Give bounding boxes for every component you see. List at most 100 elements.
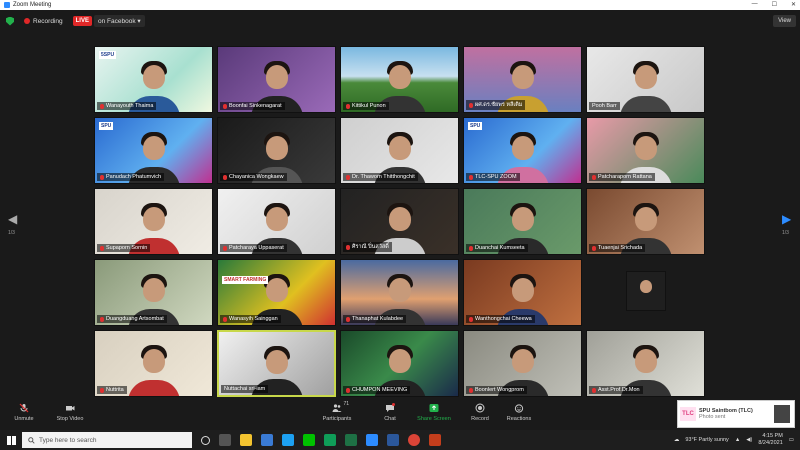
- participant-video-tile[interactable]: SMART FARMING Wanasyih Sainggan: [217, 259, 336, 326]
- participant-name-label: Boonlert Wongprom: [466, 386, 527, 394]
- clock-date: 8/24/2021: [758, 440, 783, 446]
- minimize-button[interactable]: —: [752, 1, 758, 8]
- participant-video-tile[interactable]: ผศ.ดร.ชัยพร หลีเติม: [463, 46, 582, 113]
- participant-face: [142, 136, 165, 160]
- close-button[interactable]: ✕: [791, 1, 796, 8]
- participant-video-tile[interactable]: SPU Panudach Phatumvich: [94, 117, 213, 184]
- participant-face: [388, 136, 411, 160]
- participant-video-tile[interactable]: Kittikul Punon: [340, 46, 459, 113]
- share-screen-label: Share Screen: [417, 416, 451, 422]
- muted-mic-icon: [592, 387, 596, 393]
- muted-mic-icon: [346, 103, 350, 109]
- line-app-icon[interactable]: [303, 434, 315, 446]
- file-explorer-icon[interactable]: [240, 434, 252, 446]
- previous-page-icon[interactable]: ◀: [8, 212, 17, 226]
- participant-name: Duanchai Kumseeta: [475, 245, 525, 251]
- chat-button[interactable]: Chat: [368, 403, 412, 422]
- next-page-icon[interactable]: ▶: [782, 212, 791, 226]
- page-indicator-right: 1/3: [782, 230, 789, 236]
- participant-video-tile[interactable]: Nita Srisuan: [626, 271, 666, 311]
- mail-icon[interactable]: [282, 434, 294, 446]
- chrome-icon[interactable]: [408, 434, 420, 446]
- muted-mic-icon: [469, 174, 473, 180]
- share-screen-button[interactable]: Share Screen: [412, 403, 456, 422]
- participant-video-tile[interactable]: Wanthongchai Cheewa: [463, 259, 582, 326]
- participant-video-tile[interactable]: Boonfai Sinkenagarat: [217, 46, 336, 113]
- participant-face: [142, 349, 165, 373]
- maximize-button[interactable]: ☐: [772, 1, 777, 8]
- participant-video-tile[interactable]: Supaporn Sornin: [94, 188, 213, 255]
- photo-notification[interactable]: TLC SPU Saintbom (TLC) Photo sent: [677, 400, 795, 428]
- participant-video-tile[interactable]: SPU TLC-SPU ZOOM: [463, 117, 582, 184]
- participant-video-tile[interactable]: 5SPU Wanayouth Thaima: [94, 46, 213, 113]
- store-icon[interactable]: [261, 434, 273, 446]
- word-icon[interactable]: [387, 434, 399, 446]
- participant-face: [634, 349, 657, 373]
- participant-video-tile[interactable]: Patcharaporn Rattana: [586, 117, 705, 184]
- participant-name: Patcharaporn Rattana: [598, 174, 652, 180]
- edge-browser-icon[interactable]: [324, 434, 336, 446]
- stop-video-button[interactable]: Stop Video: [48, 403, 92, 422]
- participant-face: [388, 349, 411, 373]
- participant-name-label: Supaporn Sornin: [97, 244, 151, 252]
- participant-video-tile[interactable]: Duangduang Artsombat: [94, 259, 213, 326]
- gallery-grid: 5SPU Wanayouth Thaima Boonfai Sinkenagarat…: [94, 46, 706, 397]
- participant-video-tile[interactable]: ศิราณี ปิ่นสวัสดิ์: [340, 188, 459, 255]
- weather-icon[interactable]: ☁: [674, 437, 680, 443]
- participant-name: Thanaphat Kulabdee: [352, 316, 404, 322]
- participants-button[interactable]: 71 Participants: [315, 401, 359, 422]
- record-button[interactable]: Record: [458, 403, 502, 422]
- participant-video-tile[interactable]: Nuttrita: [94, 330, 213, 397]
- participant-video-tile[interactable]: Patcharaya Uppaserat: [217, 188, 336, 255]
- unmute-button[interactable]: Unmute: [2, 403, 46, 422]
- photo-thumbnail: [774, 405, 790, 423]
- record-label: Record: [471, 416, 489, 422]
- live-stream-dropdown[interactable]: on Facebook ▾: [93, 15, 145, 27]
- zoom-taskbar-icon[interactable]: [366, 434, 378, 446]
- excel-icon[interactable]: [345, 434, 357, 446]
- participant-video-tile[interactable]: CHUMPON MEEVING: [340, 330, 459, 397]
- participant-name: Tuaenjai Srichada: [598, 245, 643, 251]
- participant-video-tile[interactable]: Pooh Barr: [586, 46, 705, 113]
- participant-name-label: Thanaphat Kulabdee: [343, 315, 407, 323]
- muted-mic-icon: [469, 387, 473, 393]
- participant-name-label: Pooh Barr: [589, 102, 620, 110]
- clock[interactable]: 4:15 PM 8/24/2021: [758, 433, 782, 447]
- cortana-icon[interactable]: [201, 435, 210, 445]
- participant-video-tile[interactable]: Dr. Thaworn Thitthongchit: [340, 117, 459, 184]
- video-camera-icon: [66, 406, 75, 411]
- unmute-label: Unmute: [14, 416, 34, 422]
- powerpoint-icon[interactable]: [429, 434, 441, 446]
- spu-logo-badge: SPU: [99, 122, 114, 130]
- notifications-icon[interactable]: ▭: [789, 437, 794, 443]
- participant-name: Patcharaya Uppaserat: [229, 245, 284, 251]
- participant-name-label: Wanasyih Sainggan: [220, 315, 281, 323]
- participant-video-tile[interactable]: Nuttachai sri-iam: [217, 330, 336, 397]
- participant-video-tile[interactable]: Thanaphat Kulabdee: [340, 259, 459, 326]
- participant-name-label: TLC-SPU ZOOM: [466, 173, 520, 181]
- encryption-shield-icon[interactable]: [6, 16, 14, 26]
- network-icon[interactable]: ▲: [735, 437, 740, 443]
- participant-video-tile[interactable]: Tuaenjai Srichada: [586, 188, 705, 255]
- muted-mic-icon: [346, 244, 350, 250]
- task-view-icon[interactable]: [219, 434, 231, 446]
- weather-text[interactable]: 93°F Partly sunny: [685, 437, 728, 443]
- participant-name: Pooh Barr: [592, 103, 617, 109]
- participant-video-tile[interactable]: Boonlert Wongprom: [463, 330, 582, 397]
- windows-start-icon[interactable]: [0, 430, 22, 450]
- participant-name-label: Nuttrita: [97, 386, 127, 394]
- muted-mic-icon: [223, 174, 227, 180]
- muted-mic-icon: [100, 316, 104, 322]
- smiley-plus-icon: [514, 404, 524, 413]
- taskbar-search[interactable]: Type here to search: [22, 432, 192, 448]
- view-button[interactable]: View: [773, 15, 796, 27]
- participant-name-label: ผศ.ดร.ชัยพร หลีเติม: [466, 100, 526, 110]
- participant-face: [511, 136, 534, 160]
- participant-video-tile[interactable]: Asst.Prof.Dr.Mon: [586, 330, 705, 397]
- participant-name: Panudach Phatumvich: [106, 174, 162, 180]
- volume-icon[interactable]: ◀): [746, 437, 752, 443]
- participant-video-tile[interactable]: Duanchai Kumseeta: [463, 188, 582, 255]
- participant-video-tile[interactable]: Chayanica Wongkaew: [217, 117, 336, 184]
- reactions-button[interactable]: Reactions: [497, 403, 541, 422]
- spu-logo-badge: 5SPU: [99, 51, 117, 59]
